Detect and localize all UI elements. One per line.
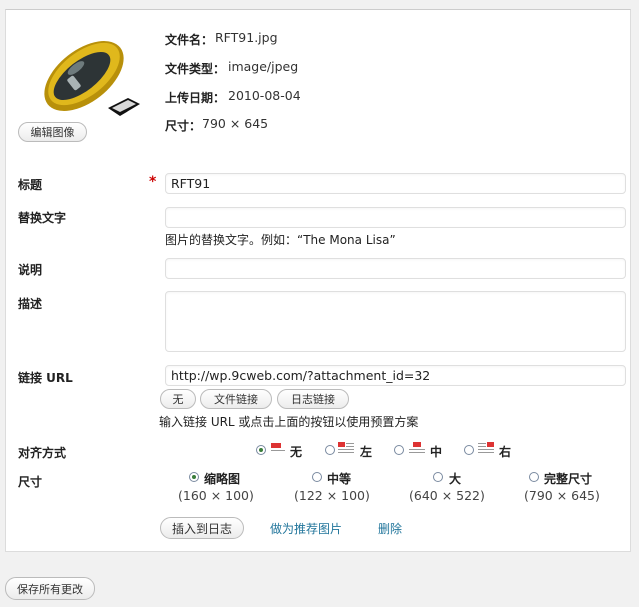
link-file-button[interactable]: 文件链接	[200, 389, 272, 409]
size-large-label: 大	[449, 472, 462, 486]
link-url-input[interactable]: http://wp.9cweb.com/?attachment_id=32	[165, 365, 626, 386]
link-url-help: 输入链接 URL 或点击上面的按钮以使用预置方案	[159, 415, 419, 429]
size-medium-radio[interactable]	[312, 472, 322, 482]
align-left-radio[interactable]	[325, 445, 335, 455]
upload-date-value: 2010-08-04	[228, 88, 301, 103]
align-right-icon	[478, 442, 494, 453]
size-thumbnail-label: 缩略图	[204, 472, 241, 486]
dimensions-value: 790 × 645	[202, 116, 269, 131]
size-large-radio[interactable]	[433, 472, 443, 482]
save-all-changes-button[interactable]: 保存所有更改	[5, 577, 95, 600]
align-center-label: 中	[430, 445, 443, 459]
size-full-label: 完整尺寸	[544, 472, 593, 486]
set-featured-image-link[interactable]: 做为推荐图片	[270, 520, 342, 537]
caption-label: 说明	[18, 263, 43, 277]
align-center-icon	[409, 442, 425, 453]
align-none-icon	[271, 443, 285, 451]
filetype-value: image/jpeg	[228, 59, 299, 74]
delete-link[interactable]: 删除	[378, 520, 402, 537]
align-left-icon	[338, 442, 354, 453]
description-label: 描述	[18, 297, 43, 311]
size-full-radio[interactable]	[529, 472, 539, 482]
align-center-radio[interactable]	[394, 445, 404, 455]
size-full-dims: (790 × 645)	[524, 488, 600, 503]
dimensions-label: 尺寸：	[165, 119, 202, 133]
size-medium-label: 中等	[327, 472, 352, 486]
align-right-radio[interactable]	[464, 445, 474, 455]
align-none-label: 无	[290, 445, 303, 459]
alt-text-help: 图片的替换文字。例如：“The Mona Lisa”	[165, 233, 396, 247]
upload-date-label: 上传日期：	[165, 91, 226, 105]
caption-input[interactable]	[165, 258, 626, 279]
link-post-button[interactable]: 日志链接	[277, 389, 349, 409]
link-url-label: 链接 URL	[18, 371, 73, 385]
align-right-label: 右	[499, 445, 512, 459]
required-asterisk: *	[149, 174, 157, 190]
size-thumbnail-dims: (160 × 100)	[178, 488, 254, 503]
attachment-panel: 编辑图像 文件名： RFT91.jpg 文件类型： image/jpeg 上传日…	[5, 9, 631, 552]
title-label: 标题	[18, 178, 43, 192]
filetype-label: 文件类型：	[165, 62, 226, 76]
size-medium-dims: (122 × 100)	[294, 488, 370, 503]
size-large-dims: (640 × 522)	[409, 488, 485, 503]
size-thumbnail-radio[interactable]	[189, 472, 199, 482]
alt-text-label: 替换文字	[18, 211, 67, 225]
alignment-label: 对齐方式	[18, 446, 67, 460]
link-none-button[interactable]: 无	[160, 389, 196, 409]
description-textarea[interactable]	[165, 291, 626, 352]
size-label: 尺寸	[18, 475, 43, 489]
alt-text-input[interactable]	[165, 207, 626, 228]
insert-into-post-button[interactable]: 插入到日志	[160, 517, 244, 539]
align-left-label: 左	[360, 445, 373, 459]
filename-label: 文件名：	[165, 33, 214, 47]
title-input[interactable]: RFT91	[165, 173, 626, 194]
filename-value: RFT91.jpg	[215, 30, 278, 45]
align-none-radio[interactable]	[256, 445, 266, 455]
edit-image-button[interactable]: 编辑图像	[18, 122, 87, 142]
image-thumbnail	[44, 41, 140, 116]
